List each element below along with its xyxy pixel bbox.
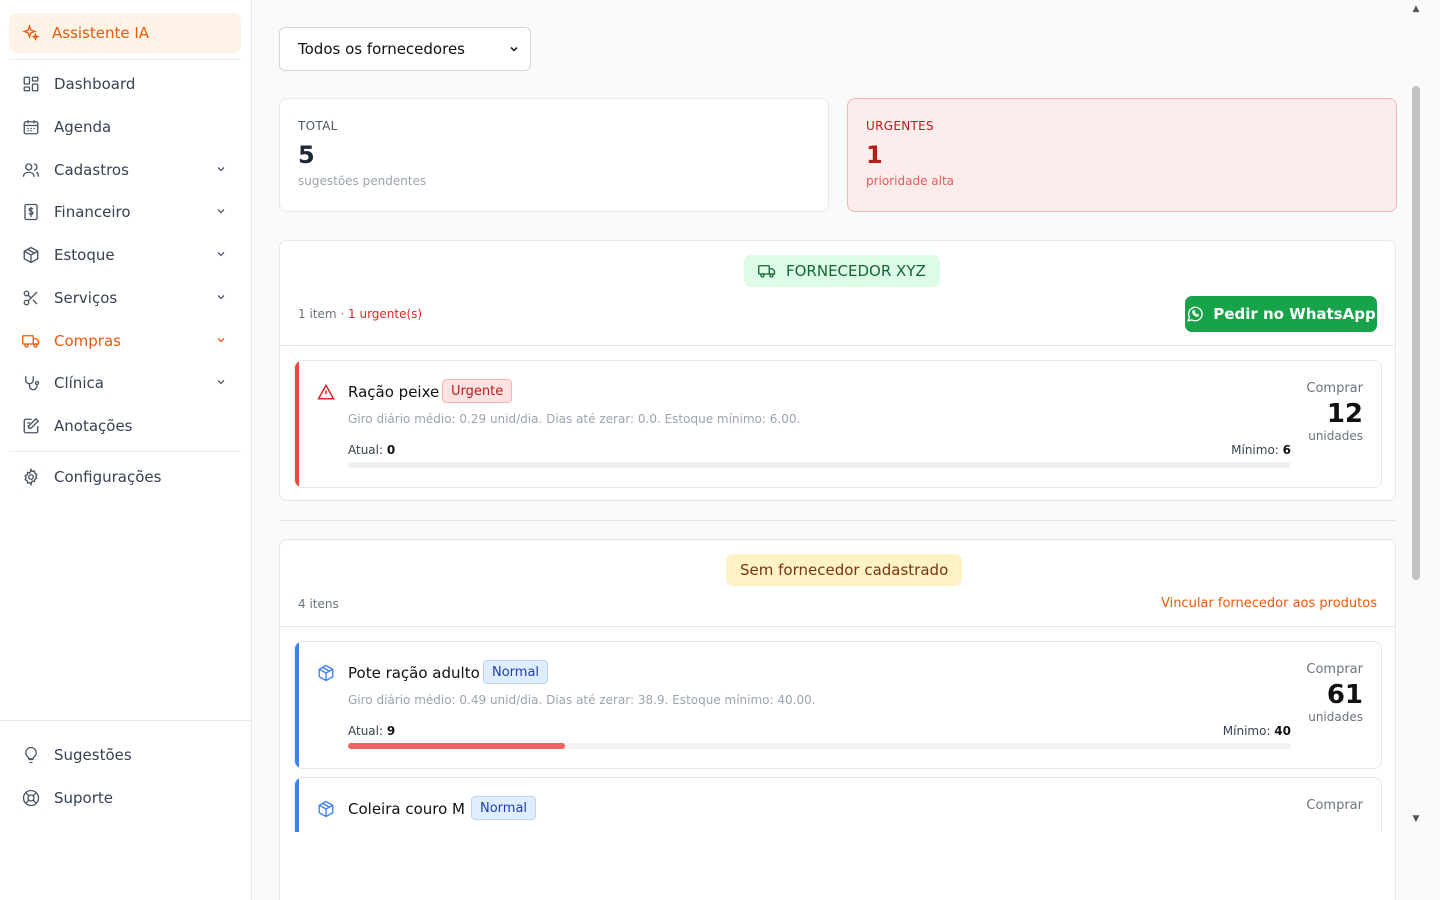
sparkles-icon bbox=[22, 24, 40, 41]
sidebar-item-compras[interactable]: Compras bbox=[9, 321, 241, 361]
chevron-down-icon bbox=[217, 380, 225, 385]
ai-assistant-button[interactable]: Assistente IA bbox=[9, 13, 241, 53]
sidebar-item-suporte[interactable]: Suporte bbox=[9, 778, 241, 818]
product-description: Giro diário médio: 0.29 unid/dia. Dias a… bbox=[348, 412, 801, 426]
chevron-down-icon bbox=[217, 295, 225, 300]
supplier-name-pill: FORNECEDOR XYZ bbox=[744, 255, 940, 287]
sidebar-item-label: Financeiro bbox=[54, 203, 131, 221]
stat-card-total: TOTAL 5 sugestões pendentes bbox=[279, 98, 829, 212]
stock-progress-bar bbox=[348, 462, 1291, 468]
package-icon bbox=[318, 664, 334, 682]
buy-quantity: Comprar 61 unidades bbox=[1306, 662, 1363, 724]
priority-badge: Normal bbox=[483, 660, 549, 684]
link-supplier-link[interactable]: Vincular fornecedor aos produtos bbox=[1161, 596, 1377, 611]
whatsapp-icon bbox=[1187, 306, 1204, 322]
gear-icon bbox=[22, 468, 40, 486]
chevron-down-icon bbox=[510, 46, 518, 52]
package-icon bbox=[22, 246, 40, 264]
sidebar-item-label: Configurações bbox=[54, 468, 162, 486]
minimum-stock: Mínimo: 40 bbox=[1222, 724, 1291, 738]
chevron-down-icon bbox=[217, 338, 225, 343]
receipt-dollar-icon bbox=[22, 203, 40, 221]
sidebar-item-financeiro[interactable]: Financeiro bbox=[9, 192, 241, 232]
scroll-down-arrow[interactable]: ▼ bbox=[1411, 814, 1421, 824]
whatsapp-order-label: Pedir no WhatsApp bbox=[1213, 305, 1376, 323]
stat-label: TOTAL bbox=[298, 119, 338, 133]
chevron-down-icon bbox=[217, 252, 225, 257]
sidebar-item-label: Dashboard bbox=[54, 75, 136, 93]
scroll-thumb[interactable] bbox=[1412, 86, 1420, 580]
supplier-name: FORNECEDOR XYZ bbox=[786, 262, 926, 280]
stat-value: 5 bbox=[298, 141, 315, 169]
chevron-down-icon bbox=[217, 209, 225, 214]
stat-subtext: sugestões pendentes bbox=[298, 174, 427, 188]
supplier-group-xyz: FORNECEDOR XYZ 1 item · 1 urgente(s) Ped… bbox=[279, 240, 1396, 501]
supplier-name-pill: Sem fornecedor cadastrado bbox=[726, 554, 963, 586]
sidebar-item-label: Compras bbox=[54, 332, 121, 350]
sidebar-item-cadastros[interactable]: Cadastros bbox=[9, 150, 241, 190]
scissors-icon bbox=[22, 289, 40, 307]
stat-subtext: prioridade alta bbox=[866, 174, 955, 188]
group-meta: 1 item · 1 urgente(s) bbox=[298, 307, 422, 321]
lifebuoy-icon bbox=[22, 789, 40, 807]
stethoscope-icon bbox=[22, 374, 40, 392]
sidebar-item-estoque[interactable]: Estoque bbox=[9, 235, 241, 275]
sidebar-item-servicos[interactable]: Serviços bbox=[9, 278, 241, 318]
supplier-select[interactable]: Todos os fornecedores bbox=[279, 27, 531, 71]
product-name: Ração peixe bbox=[348, 383, 440, 401]
scroll-up-arrow[interactable]: ▲ bbox=[1411, 4, 1421, 14]
lightbulb-icon bbox=[22, 746, 40, 764]
group-urgent-count: 1 urgente(s) bbox=[348, 307, 423, 321]
sidebar: Assistente IA Dashboard Agenda Cadastros… bbox=[0, 0, 252, 900]
product-name: Pote ração adulto bbox=[348, 664, 480, 682]
product-name: Coleira couro M bbox=[348, 800, 465, 818]
sidebar-item-label: Sugestões bbox=[54, 746, 132, 764]
sidebar-item-label: Serviços bbox=[54, 289, 118, 307]
sidebar-item-sugestoes[interactable]: Sugestões bbox=[9, 735, 241, 775]
alert-triangle-icon bbox=[317, 383, 335, 400]
group-item-count: 1 item · bbox=[298, 307, 349, 321]
dashboard-icon bbox=[22, 75, 40, 93]
sidebar-item-agenda[interactable]: Agenda bbox=[9, 107, 241, 147]
truck-icon bbox=[758, 265, 776, 278]
note-edit-icon bbox=[22, 417, 40, 435]
sidebar-item-anotacoes[interactable]: Anotações bbox=[9, 406, 241, 446]
stat-label: URGENTES bbox=[866, 119, 934, 133]
sidebar-item-label: Cadastros bbox=[54, 161, 129, 179]
calendar-icon bbox=[22, 118, 40, 136]
bottom-card-continuation bbox=[279, 832, 1396, 900]
minimum-stock: Mínimo: 6 bbox=[1231, 443, 1291, 457]
sidebar-item-label: Clínica bbox=[54, 374, 104, 392]
stat-card-urgent: URGENTES 1 prioridade alta bbox=[847, 98, 1397, 212]
priority-badge: Urgente bbox=[442, 379, 513, 403]
sidebar-item-label: Estoque bbox=[54, 246, 115, 264]
ai-assistant-label: Assistente IA bbox=[52, 24, 150, 42]
chevron-down-icon bbox=[217, 167, 225, 172]
sidebar-item-configuracoes[interactable]: Configurações bbox=[9, 457, 241, 497]
whatsapp-order-button[interactable]: Pedir no WhatsApp bbox=[1185, 296, 1377, 332]
sidebar-item-label: Suporte bbox=[54, 789, 114, 807]
stock-progress-bar bbox=[348, 743, 1291, 749]
suggestion-item[interactable]: Pote ração adulto Normal Giro diário méd… bbox=[294, 641, 1382, 769]
users-icon bbox=[22, 161, 40, 179]
product-description: Giro diário médio: 0.49 unid/dia. Dias a… bbox=[348, 693, 816, 707]
current-stock: Atual: 0 bbox=[348, 443, 396, 457]
sidebar-item-clinica[interactable]: Clínica bbox=[9, 363, 241, 403]
main-content: Todos os fornecedores TOTAL 5 sugestões … bbox=[252, 0, 1424, 900]
sidebar-item-dashboard[interactable]: Dashboard bbox=[9, 64, 241, 104]
truck-icon bbox=[22, 332, 40, 350]
stat-value: 1 bbox=[866, 141, 883, 169]
scrollbar[interactable]: ▲ ▼ bbox=[1408, 0, 1424, 832]
package-icon bbox=[318, 800, 334, 818]
suggestion-item[interactable]: Ração peixe Urgente Giro diário médio: 0… bbox=[294, 360, 1382, 488]
buy-quantity: Comprar 12 unidades bbox=[1306, 381, 1363, 443]
sidebar-item-label: Anotações bbox=[54, 417, 133, 435]
current-stock: Atual: 9 bbox=[348, 724, 396, 738]
priority-badge: Normal bbox=[471, 796, 537, 820]
group-item-count: 4 itens bbox=[298, 597, 339, 611]
sidebar-item-label: Agenda bbox=[54, 118, 112, 136]
buy-quantity: Comprar bbox=[1306, 798, 1363, 813]
supplier-name: Sem fornecedor cadastrado bbox=[740, 561, 949, 579]
supplier-select-value: Todos os fornecedores bbox=[298, 40, 465, 58]
